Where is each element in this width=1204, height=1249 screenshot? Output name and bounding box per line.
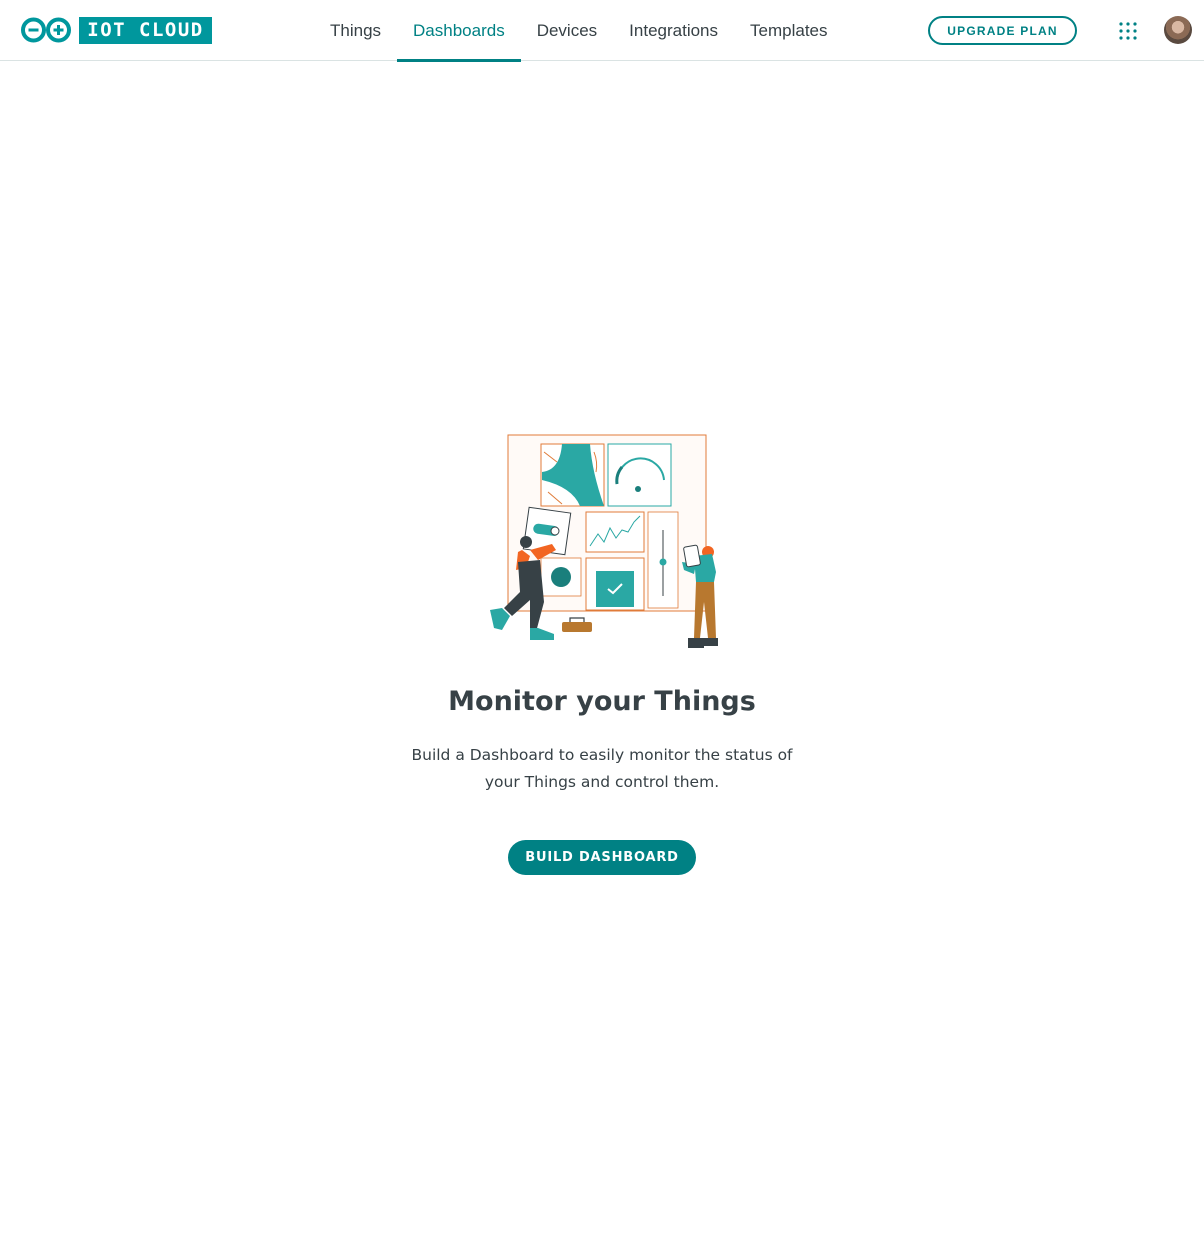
build-dashboard-button[interactable]: BUILD DASHBOARD bbox=[508, 840, 696, 875]
nav-devices[interactable]: Devices bbox=[521, 0, 613, 61]
nav-things[interactable]: Things bbox=[314, 0, 397, 61]
nav-dashboards[interactable]: Dashboards bbox=[397, 0, 521, 62]
user-avatar[interactable] bbox=[1164, 16, 1192, 44]
main-nav: Things Dashboards Devices Integrations T… bbox=[314, 0, 844, 62]
arduino-infinity-logo-icon bbox=[21, 17, 71, 43]
dashboard-builders-illustration bbox=[490, 434, 718, 648]
empty-state-description: Build a Dashboard to easily monitor the … bbox=[411, 746, 793, 791]
empty-state-title: Monitor your Things bbox=[448, 686, 756, 717]
upgrade-plan-button[interactable]: UPGRADE PLAN bbox=[928, 16, 1077, 45]
grid-dots-icon[interactable] bbox=[1118, 21, 1138, 41]
top-navigation-bar: IOT CLOUD Things Dashboards Devices Inte… bbox=[0, 0, 1204, 62]
nav-templates[interactable]: Templates bbox=[734, 0, 843, 61]
nav-integrations[interactable]: Integrations bbox=[613, 0, 734, 61]
iot-cloud-logo[interactable]: IOT CLOUD bbox=[20, 16, 212, 44]
brand-name: IOT CLOUD bbox=[79, 16, 212, 44]
